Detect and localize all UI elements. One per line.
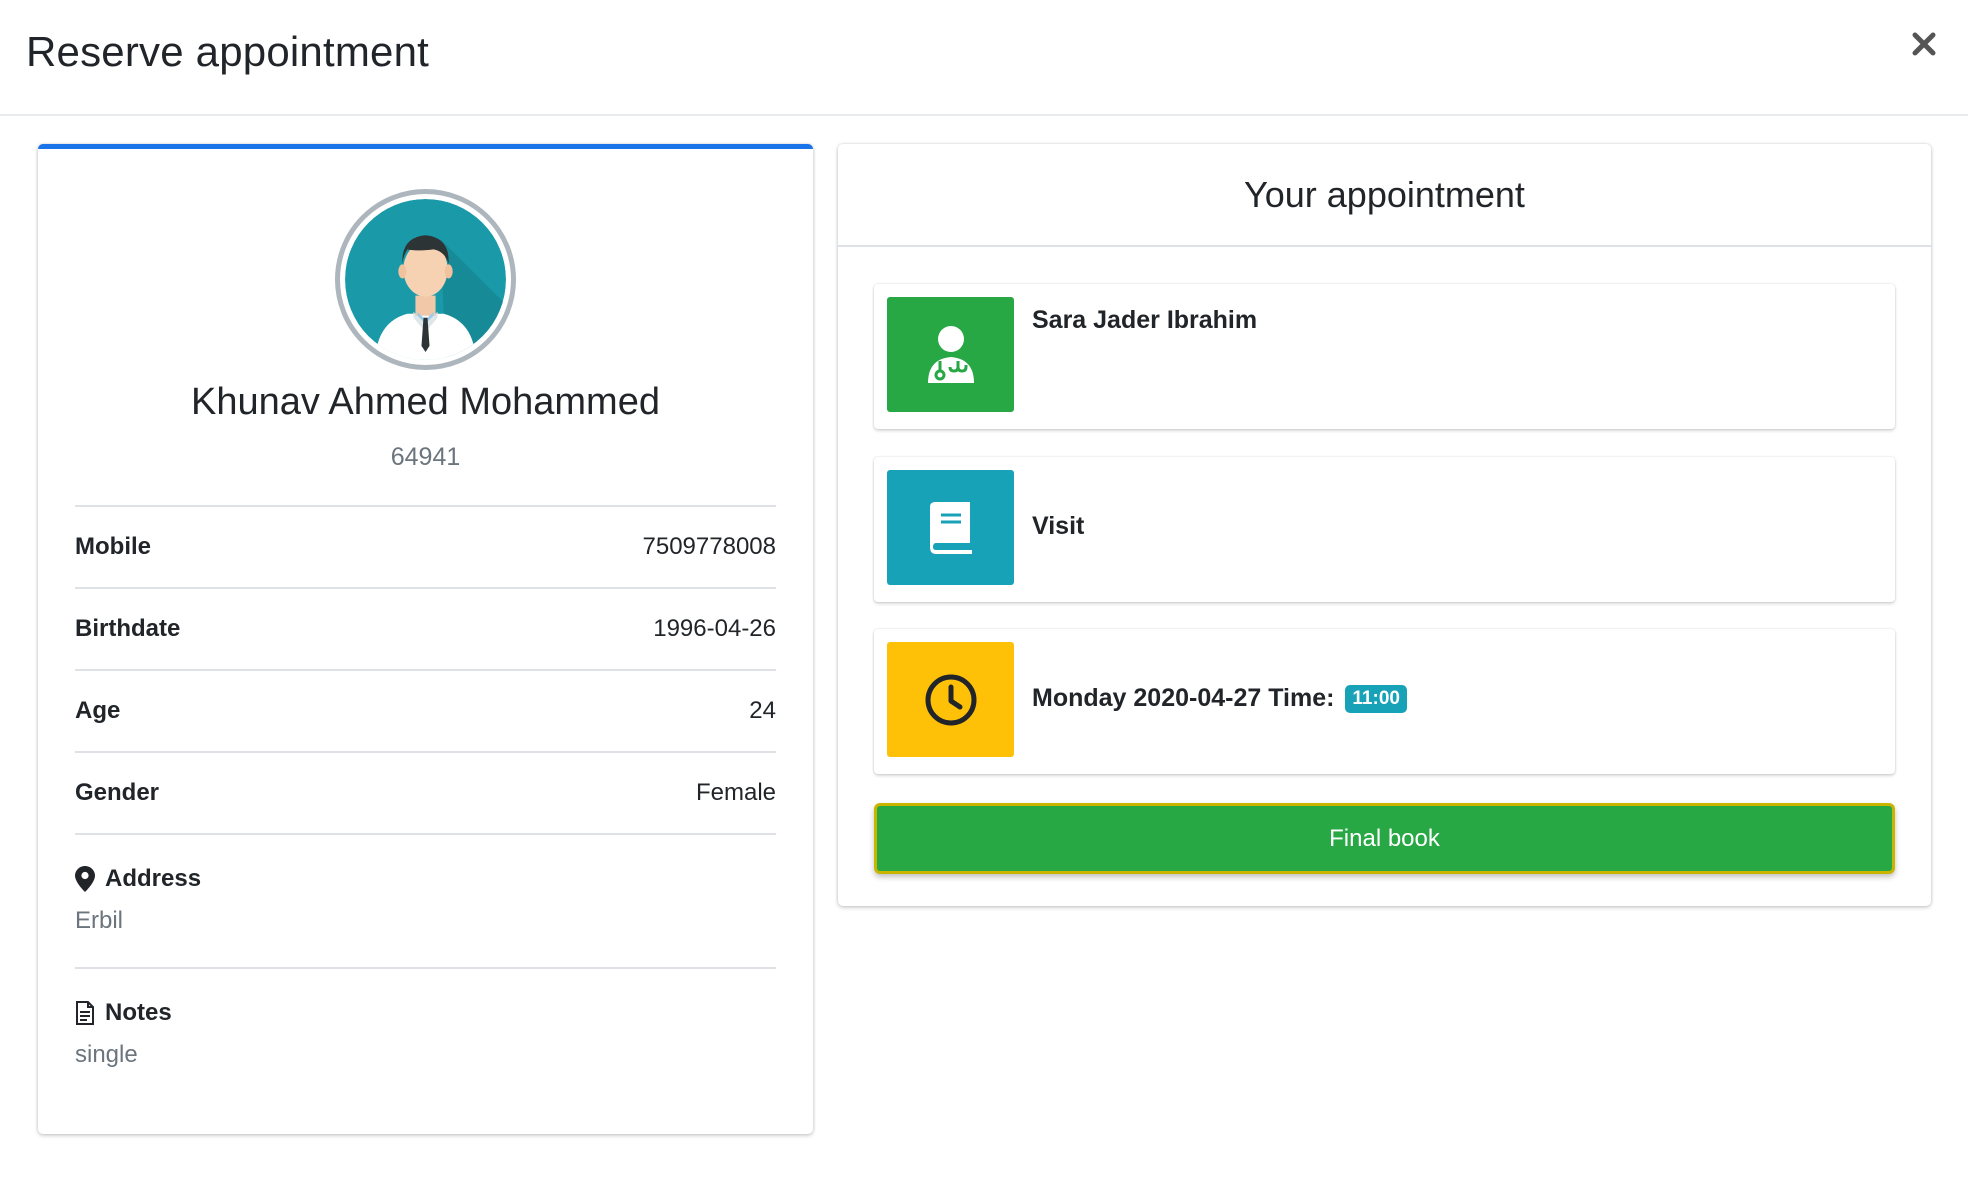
info-value: 7509778008 xyxy=(642,533,776,560)
doctor-info-box: Sara Jader Ibrahim xyxy=(874,284,1895,429)
map-marker-icon xyxy=(75,866,95,892)
info-value: 1996-04-26 xyxy=(653,615,776,642)
final-book-button[interactable]: Final book xyxy=(874,803,1895,874)
notes-block: Notes single xyxy=(75,967,776,1101)
close-button[interactable] xyxy=(1904,24,1944,64)
appointment-header: Your appointment xyxy=(838,144,1931,247)
appointment-card: Your appointment Sara Jader Ibrahim Visi… xyxy=(838,144,1931,906)
info-label: Gender xyxy=(75,779,160,806)
info-label: Mobile xyxy=(75,533,151,560)
info-value: Female xyxy=(695,779,776,806)
doctor-icon-box xyxy=(887,297,1014,412)
time-badge: 11:00 xyxy=(1345,685,1407,713)
service-info-box: Visit xyxy=(874,457,1895,602)
patient-id: 64941 xyxy=(390,443,461,471)
file-text-icon xyxy=(76,1001,94,1025)
address-value: Erbil xyxy=(75,907,124,934)
datetime-icon-box xyxy=(887,642,1014,757)
service-name: Visit xyxy=(1032,512,1085,540)
service-icon-box xyxy=(887,470,1014,585)
info-value: 24 xyxy=(749,697,776,724)
address-block: Address Erbil xyxy=(75,833,776,967)
close-icon xyxy=(1912,32,1936,56)
notes-value: single xyxy=(75,1041,138,1068)
info-row-birthdate: Birthdate 1996-04-26 xyxy=(75,587,776,669)
modal-title: Reserve appointment xyxy=(26,28,430,75)
patient-profile-card: Khunav Ahmed Mohammed 64941 Mobile 75097… xyxy=(38,144,813,1134)
datetime-text: Monday 2020-04-27 Time: 11:00 xyxy=(1032,684,1407,713)
book-icon xyxy=(929,501,972,554)
datetime-info-box: Monday 2020-04-27 Time: 11:00 xyxy=(874,629,1895,774)
avatar xyxy=(335,189,516,370)
info-row-age: Age 24 xyxy=(75,669,776,751)
patient-name: Khunav Ahmed Mohammed xyxy=(191,381,660,423)
info-label: Birthdate xyxy=(75,615,181,642)
user-md-icon xyxy=(927,325,974,383)
info-row-mobile: Mobile 7509778008 xyxy=(75,505,776,587)
doctor-avatar-icon xyxy=(345,199,506,360)
info-label: Age xyxy=(75,697,121,724)
address-label: Address xyxy=(105,865,202,892)
datetime-date: Monday 2020-04-27 Time: xyxy=(1032,684,1335,712)
clock-icon xyxy=(925,674,976,725)
doctor-name: Sara Jader Ibrahim xyxy=(1032,306,1258,334)
notes-label: Notes xyxy=(105,999,172,1026)
info-row-gender: Gender Female xyxy=(75,751,776,833)
modal-header: Reserve appointment xyxy=(0,0,1968,116)
patient-info-list: Mobile 7509778008 Birthdate 1996-04-26 A… xyxy=(75,505,776,1101)
